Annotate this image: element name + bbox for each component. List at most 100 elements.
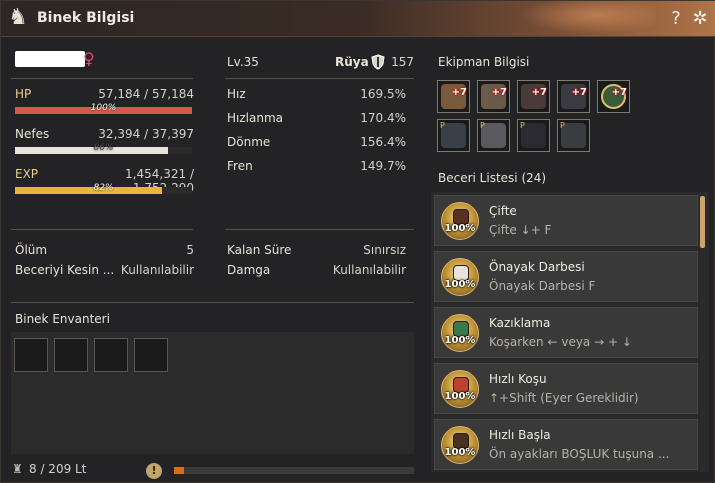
skill-command: Koşarken ← veya → + ↓: [489, 335, 632, 349]
speed-value: 169.5%: [360, 87, 406, 101]
skill-percent: 100%: [444, 223, 476, 234]
mount-level: Lv.35: [227, 55, 259, 69]
equipment-slot[interactable]: +7: [517, 80, 550, 113]
equipment-slot[interactable]: P: [477, 119, 510, 152]
inventory-slot[interactable]: [134, 338, 168, 372]
skill-name: Hızlı Koşu: [489, 372, 547, 386]
skill-item[interactable]: 100% Çifte Çifte ↓+ F: [434, 195, 698, 246]
skill-command: Çifte ↓+ F: [489, 223, 552, 237]
inventory-slot[interactable]: [54, 338, 88, 372]
skill-item[interactable]: 100% Hızlı Başla Ön ayakları BOŞLUK tuşu…: [434, 419, 698, 470]
divider: [11, 78, 193, 79]
skill-command: ↑+Shift (Eyer Gereklidir): [489, 391, 639, 405]
skill-name: Önayak Darbesi: [489, 260, 585, 274]
skill-command: Önayak Darbesi F: [489, 279, 596, 293]
hp-bar: 100%: [15, 103, 192, 114]
hp-label: HP: [15, 87, 32, 101]
exp-bar: 82%: [15, 183, 192, 194]
equipment-slot[interactable]: +7: [597, 80, 630, 113]
pearl-mark: P: [440, 121, 445, 130]
skill-command: Ön ayakları BOŞLUK tuşuna ...: [489, 447, 670, 461]
skill-icon: 100%: [441, 426, 479, 464]
acceleration-value: 170.4%: [360, 111, 406, 125]
skill-icon: 100%: [441, 258, 479, 296]
gender-female-icon: ♀: [83, 49, 95, 68]
skill-name: Kazıklama: [489, 316, 551, 330]
death-value: 5: [186, 243, 194, 257]
equipment-slot[interactable]: +7: [437, 80, 470, 113]
skill-percent: 100%: [444, 279, 476, 290]
title-decoration: [506, 1, 656, 37]
skill-icon: 100%: [441, 314, 479, 352]
nefes-percent: 86%: [93, 143, 114, 153]
divider: [11, 229, 193, 230]
divider: [11, 302, 414, 303]
skill-icon: 100%: [441, 370, 479, 408]
inventory-slot[interactable]: [14, 338, 48, 372]
enhance-level: +7: [571, 87, 587, 98]
pearl-mark: P: [520, 121, 525, 130]
exp-percent: 82%: [93, 183, 114, 193]
remaining-time-label: Kalan Süre: [227, 243, 292, 257]
window-title: Binek Bilgisi: [37, 10, 135, 26]
equipment-slot[interactable]: +7: [477, 80, 510, 113]
stamp-label: Damga: [227, 263, 271, 277]
inventory-slot[interactable]: [94, 338, 128, 372]
turning-label: Dönme: [227, 135, 271, 149]
pearl-mark: P: [480, 121, 485, 130]
skill-item[interactable]: 100% Hızlı Koşu ↑+Shift (Eyer Gereklidir…: [434, 363, 698, 414]
inventory-weight: 8 / 209 Lt: [29, 462, 87, 476]
stamp-value: Kullanılabilir: [332, 263, 406, 277]
skill-name: Çifte: [489, 204, 517, 218]
nefes-value: 32,394 / 37,397: [98, 127, 194, 141]
mount-info-window: ♞ Binek Bilgisi ? ✲ ♀ Lv.35 Rüya 157 HP …: [0, 0, 715, 483]
skill-name: Hızlı Başla: [489, 428, 551, 442]
mount-name-redacted: [15, 51, 85, 67]
divider: [225, 229, 414, 230]
help-button[interactable]: ?: [667, 8, 685, 30]
inventory-title: Binek Envanteri: [15, 312, 110, 326]
skill-percent: 100%: [444, 447, 476, 458]
skill-list[interactable]: 100% Çifte Çifte ↓+ F 100% Önayak Darbes…: [431, 192, 709, 472]
weight-icon: ♜: [12, 462, 23, 476]
hp-value: 57,184 / 57,184: [98, 87, 194, 101]
equipment-slot[interactable]: P: [557, 119, 590, 152]
settings-icon[interactable]: ✲: [689, 8, 711, 30]
skill-item[interactable]: 100% Önayak Darbesi Önayak Darbesi F: [434, 251, 698, 302]
remaining-time-value: Sınırsız: [363, 243, 406, 257]
stamina-label: Rüya: [335, 55, 369, 69]
equipment-slot[interactable]: +7: [557, 80, 590, 113]
enhance-level: +7: [491, 87, 507, 98]
skill-percent: 100%: [444, 391, 476, 402]
enhance-level: +7: [531, 87, 547, 98]
death-label: Ölüm: [15, 243, 48, 257]
titlebar[interactable]: ♞ Binek Bilgisi ? ✲: [1, 1, 715, 37]
skill-list-title: Beceri Listesi (24): [438, 171, 547, 185]
turning-value: 156.4%: [360, 135, 406, 149]
equipment-title: Ekipman Bilgisi: [438, 55, 530, 69]
equipment-slot[interactable]: P: [437, 119, 470, 152]
enhance-level: +7: [451, 87, 467, 98]
alert-icon[interactable]: !: [146, 463, 162, 479]
brake-value: 149.7%: [360, 159, 406, 173]
hp-percent: 100%: [90, 103, 117, 113]
skill-cancel-label: Beceriyi Kesin ...: [15, 263, 115, 277]
skill-percent: 100%: [444, 335, 476, 346]
exp-label: EXP: [15, 167, 39, 181]
nefes-label: Nefes: [15, 127, 50, 141]
divider: [225, 78, 414, 79]
capacity-bar-fill: [174, 467, 184, 474]
skill-scrollbar-thumb[interactable]: [700, 196, 705, 248]
shield-icon: [371, 54, 385, 70]
capacity-bar: [174, 467, 414, 474]
skill-cancel-value: Kullanılabilir: [120, 263, 194, 277]
horse-head-icon: ♞: [8, 5, 28, 30]
stamina-value: 157: [391, 55, 414, 69]
skill-icon: 100%: [441, 202, 479, 240]
equipment-slot[interactable]: P: [517, 119, 550, 152]
acceleration-label: Hızlanma: [227, 111, 283, 125]
speed-label: Hız: [227, 87, 246, 101]
pearl-mark: P: [560, 121, 565, 130]
nefes-bar: 86%: [15, 143, 192, 154]
skill-item[interactable]: 100% Kazıklama Koşarken ← veya → + ↓: [434, 307, 698, 358]
